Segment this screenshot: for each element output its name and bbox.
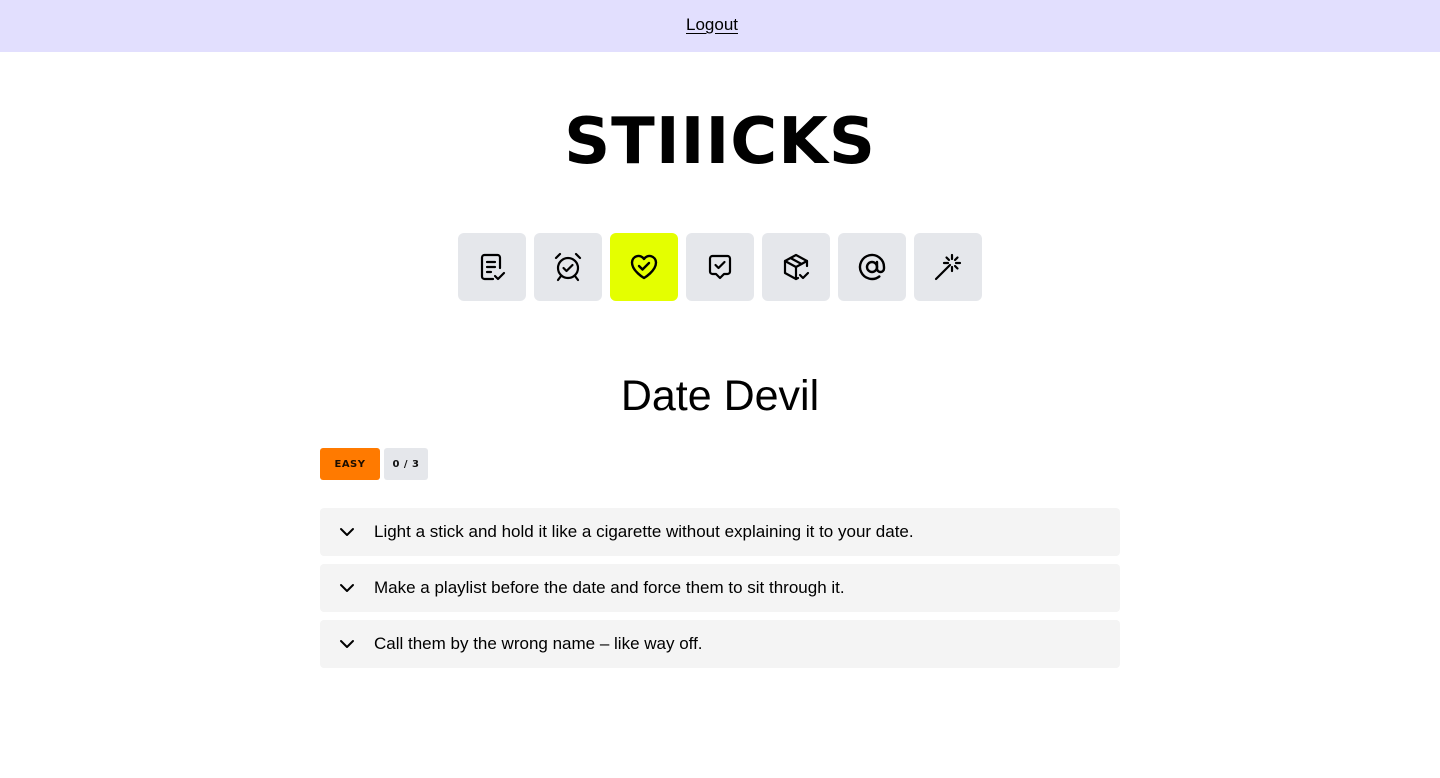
- task-item[interactable]: Call them by the wrong name – like way o…: [320, 620, 1120, 668]
- at-sign-icon: [858, 253, 886, 281]
- package-check-icon: [783, 253, 810, 281]
- category-package-button[interactable]: [762, 233, 830, 301]
- task-item[interactable]: Make a playlist before the date and forc…: [320, 564, 1120, 612]
- category-magic-button[interactable]: [914, 233, 982, 301]
- magic-wand-icon: [934, 253, 962, 281]
- task-list: Light a stick and hold it like a cigaret…: [320, 508, 1120, 668]
- category-messages-button[interactable]: [686, 233, 754, 301]
- task-text: Make a playlist before the date and forc…: [374, 578, 845, 597]
- challenge-badges: EASY 0 / 3: [320, 448, 428, 480]
- logo[interactable]: STIIICKS: [0, 104, 1440, 180]
- message-check-icon: [708, 254, 732, 280]
- progress-badge: 0 / 3: [384, 448, 428, 480]
- task-text: Call them by the wrong name – like way o…: [374, 634, 703, 653]
- alarm-clock-check-icon: [554, 252, 582, 282]
- heart-check-icon: [630, 254, 658, 280]
- chevron-down-icon[interactable]: [339, 524, 355, 540]
- category-alarm-button[interactable]: [534, 233, 602, 301]
- top-bar: Logout: [0, 0, 1440, 52]
- category-nav: [458, 233, 982, 301]
- task-text: Light a stick and hold it like a cigaret…: [374, 522, 914, 541]
- logout-link[interactable]: Logout: [686, 15, 738, 35]
- category-dating-button[interactable]: [610, 233, 678, 301]
- difficulty-badge: EASY: [320, 448, 380, 480]
- chevron-down-icon[interactable]: [339, 636, 355, 652]
- chevron-down-icon[interactable]: [339, 580, 355, 596]
- challenge-title: Date Devil: [620, 372, 820, 420]
- checklist-note-icon: [480, 253, 506, 281]
- category-email-button[interactable]: [838, 233, 906, 301]
- category-notes-button[interactable]: [458, 233, 526, 301]
- task-item[interactable]: Light a stick and hold it like a cigaret…: [320, 508, 1120, 556]
